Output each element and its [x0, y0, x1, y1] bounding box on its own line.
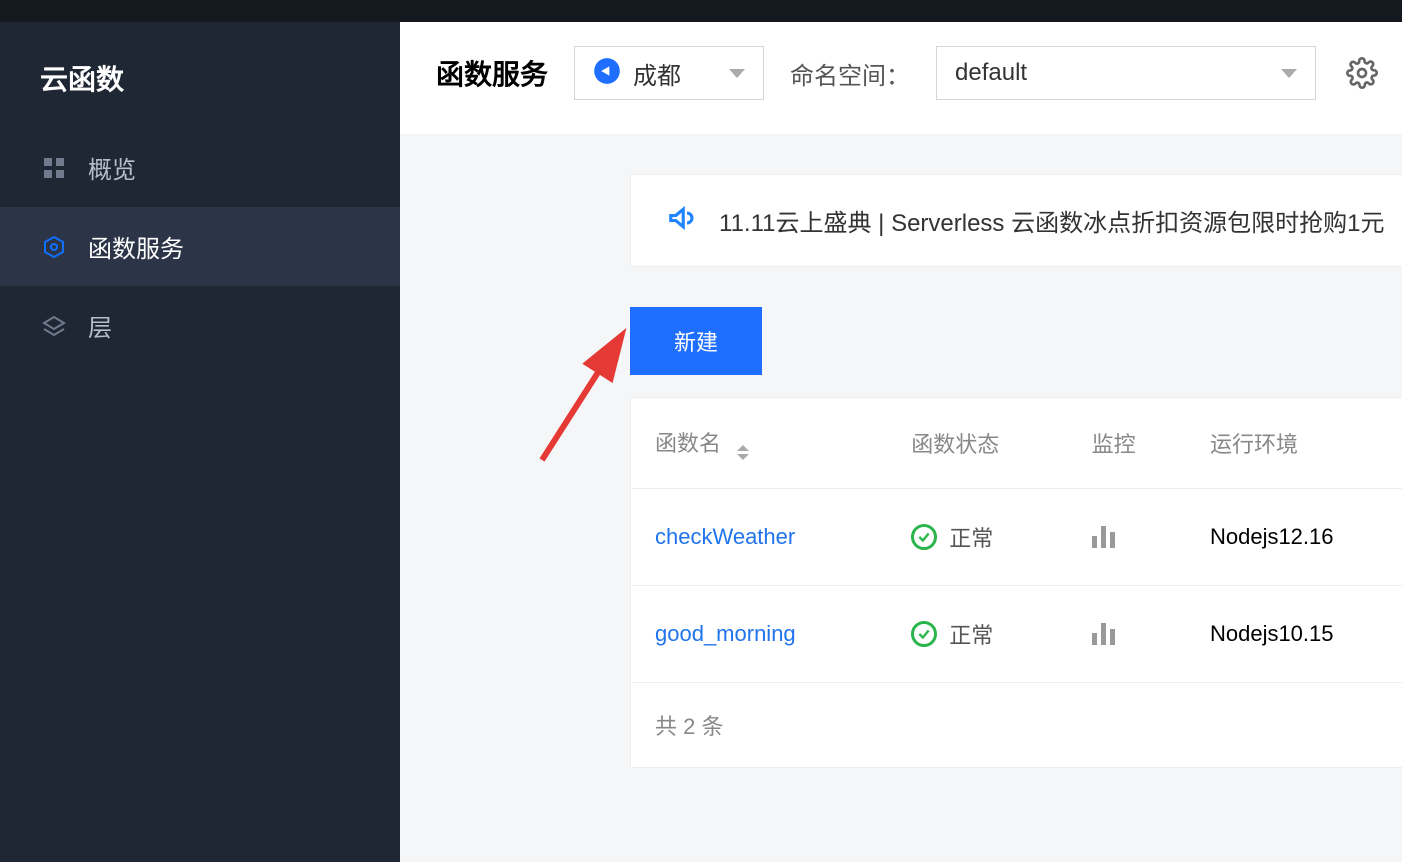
- function-name-link[interactable]: checkWeather: [655, 524, 795, 549]
- chevron-down-icon: [1281, 69, 1297, 78]
- runtime-text: Nodejs12.16: [1190, 489, 1402, 586]
- header: 函数服务 成都 命名空间： default: [400, 22, 1402, 134]
- runtime-text: Nodejs10.15: [1190, 586, 1402, 683]
- table-row: checkWeather 正常 Nodejs12.16: [631, 489, 1402, 586]
- monitor-chart-icon[interactable]: [1092, 623, 1170, 645]
- col-monitor-header: 监控: [1072, 398, 1190, 489]
- sidebar-item-layers[interactable]: 层: [0, 286, 400, 365]
- new-button[interactable]: 新建: [630, 307, 762, 375]
- sidebar: 云函数 概览 函数服务 层: [0, 0, 400, 862]
- sidebar-item-functions[interactable]: 函数服务: [0, 207, 400, 286]
- functions-table: 函数名 函数状态 监控 运行环境 checkWeather: [630, 397, 1402, 768]
- notice-banner[interactable]: 11.11云上盛典 | Serverless 云函数冰点折扣资源包限时抢购1元: [630, 174, 1402, 267]
- chevron-down-icon: [729, 69, 745, 78]
- region-selected-label: 成都: [633, 56, 681, 91]
- dashboard-icon: [40, 154, 68, 182]
- table-footer: 共 2 条: [631, 683, 1402, 767]
- notice-text: 11.11云上盛典 | Serverless 云函数冰点折扣资源包限时抢购1元: [719, 203, 1384, 238]
- status-text: 正常: [949, 521, 993, 553]
- function-name-link[interactable]: good_morning: [655, 621, 796, 646]
- namespace-selected-label: default: [955, 59, 1027, 87]
- col-name-header[interactable]: 函数名: [631, 398, 891, 489]
- content-area: 11.11云上盛典 | Serverless 云函数冰点折扣资源包限时抢购1元 …: [400, 134, 1402, 862]
- globe-icon: [593, 57, 621, 90]
- topbar-strip: [0, 0, 400, 22]
- settings-button[interactable]: [1346, 57, 1378, 89]
- monitor-chart-icon[interactable]: [1092, 526, 1170, 548]
- hexagon-icon: [40, 233, 68, 261]
- status-text: 正常: [949, 618, 993, 650]
- page-title: 函数服务: [436, 53, 548, 93]
- status-ok-icon: [911, 621, 937, 647]
- topbar-strip-main: [400, 0, 1402, 22]
- namespace-select[interactable]: default: [936, 46, 1316, 100]
- sort-icon: [737, 445, 749, 460]
- sidebar-item-label: 函数服务: [88, 229, 184, 264]
- region-select[interactable]: 成都: [574, 46, 764, 100]
- namespace-label: 命名空间：: [790, 56, 910, 91]
- main: 函数服务 成都 命名空间： default: [400, 0, 1402, 862]
- megaphone-icon: [667, 203, 697, 238]
- sidebar-item-overview[interactable]: 概览: [0, 128, 400, 207]
- sidebar-item-label: 层: [88, 308, 112, 343]
- table-row: good_morning 正常 Nodejs10.15: [631, 586, 1402, 683]
- col-status-header: 函数状态: [891, 398, 1071, 489]
- layers-icon: [40, 312, 68, 340]
- col-runtime-header: 运行环境: [1190, 398, 1402, 489]
- status-ok-icon: [911, 524, 937, 550]
- sidebar-item-label: 概览: [88, 150, 136, 185]
- sidebar-title: 云函数: [0, 22, 400, 128]
